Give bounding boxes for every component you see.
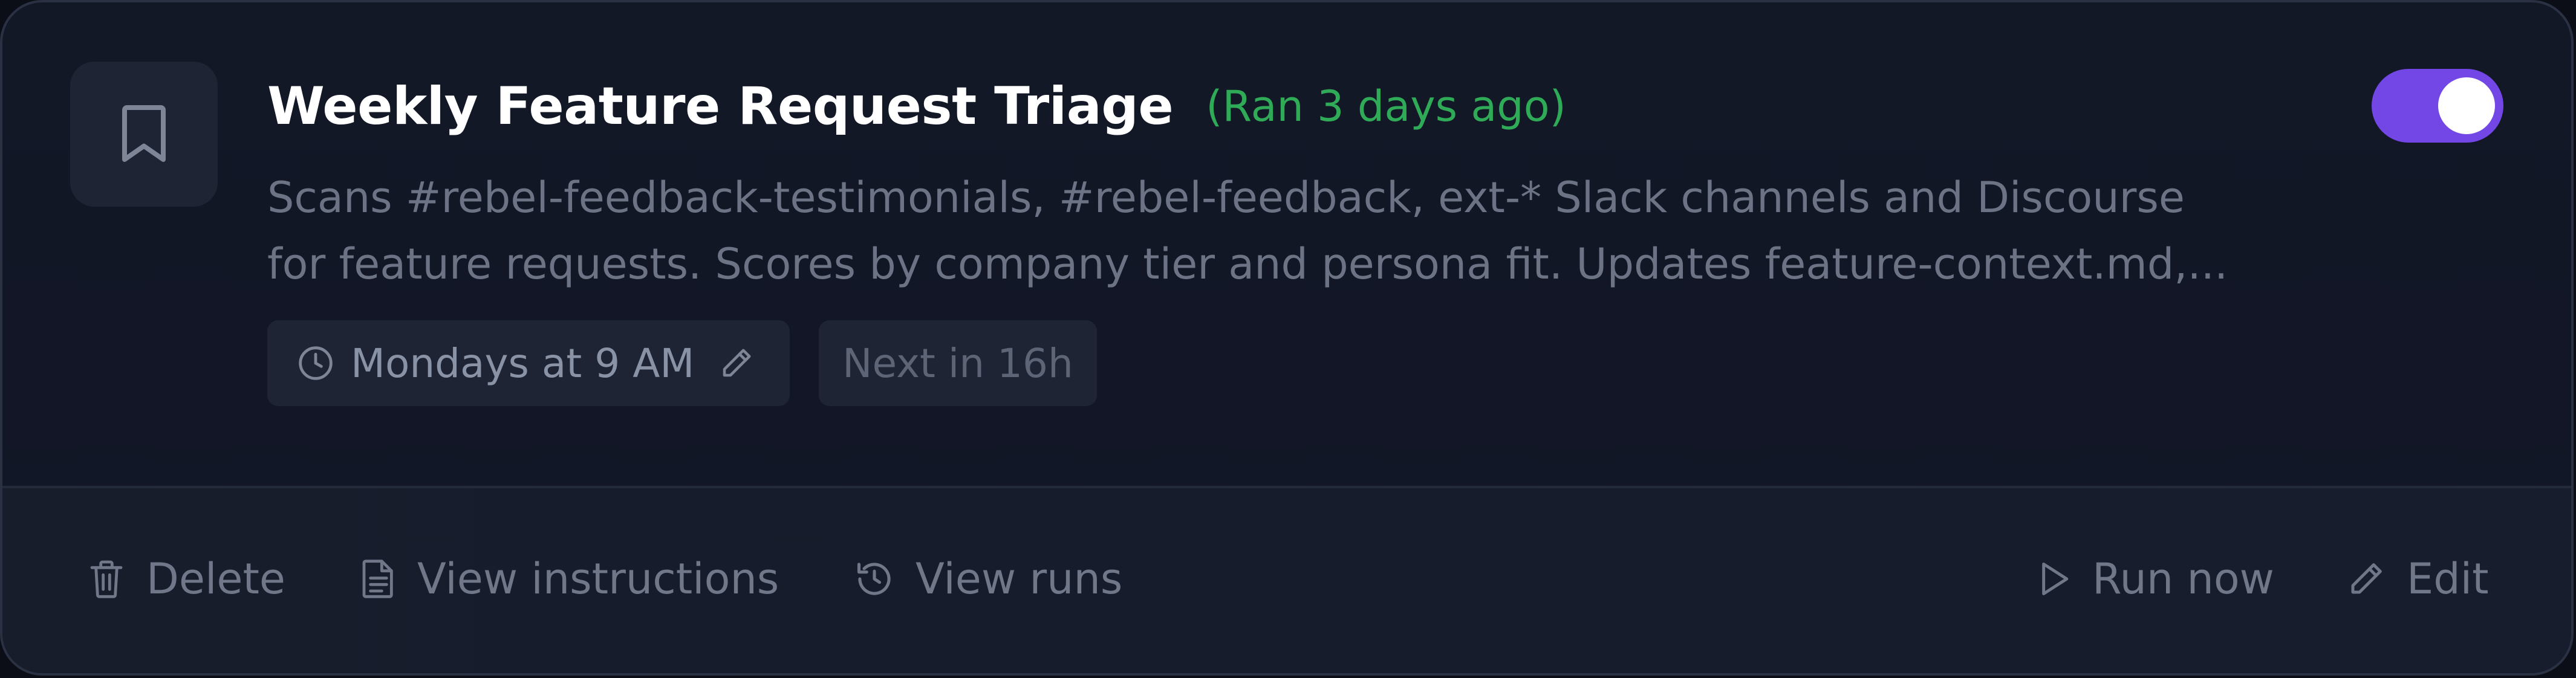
history-icon (854, 558, 895, 599)
pencil-icon[interactable] (718, 345, 755, 381)
play-icon (2035, 558, 2072, 599)
edit-label: Edit (2407, 554, 2489, 604)
view-runs-button[interactable]: View runs (854, 537, 1122, 621)
trash-icon (87, 557, 126, 601)
next-run-label: Next in 16h (842, 340, 1073, 387)
card-actions-bar: Delete View instructions View runs Run n… (2, 488, 2571, 673)
run-now-button[interactable]: Run now (2035, 537, 2274, 621)
schedule-label: Mondays at 9 AM (351, 340, 695, 387)
description-line: for feature requests. Scores by company … (267, 239, 2228, 289)
schedule-chip[interactable]: Mondays at 9 AM (267, 320, 790, 406)
last-run-status: (Ran 3 days ago) (1206, 82, 1566, 131)
clock-icon (296, 344, 335, 383)
description-line: Scans #rebel-feedback-testimonials, #reb… (267, 173, 2185, 222)
bookmark-icon (115, 101, 173, 167)
edit-button[interactable]: Edit (2346, 537, 2489, 621)
task-icon-tile (70, 62, 218, 207)
view-instructions-label: View instructions (417, 554, 779, 604)
task-description: Scans #rebel-feedback-testimonials, #reb… (267, 164, 2323, 297)
title-row: Weekly Feature Request Triage (Ran 3 day… (267, 70, 1566, 143)
pencil-icon (2346, 559, 2386, 599)
view-instructions-button[interactable]: View instructions (360, 537, 779, 621)
view-runs-label: View runs (916, 554, 1123, 604)
card-body: Weekly Feature Request Triage (Ran 3 day… (2, 2, 2571, 486)
enable-toggle[interactable] (2372, 69, 2503, 143)
toggle-knob (2438, 77, 2495, 134)
delete-label: Delete (146, 554, 285, 604)
document-icon (360, 557, 397, 601)
scheduled-task-card: Weekly Feature Request Triage (Ran 3 day… (0, 0, 2574, 676)
run-now-label: Run now (2092, 554, 2274, 604)
next-run-chip: Next in 16h (819, 320, 1097, 406)
delete-button[interactable]: Delete (87, 537, 285, 621)
task-title: Weekly Feature Request Triage (267, 76, 1174, 137)
